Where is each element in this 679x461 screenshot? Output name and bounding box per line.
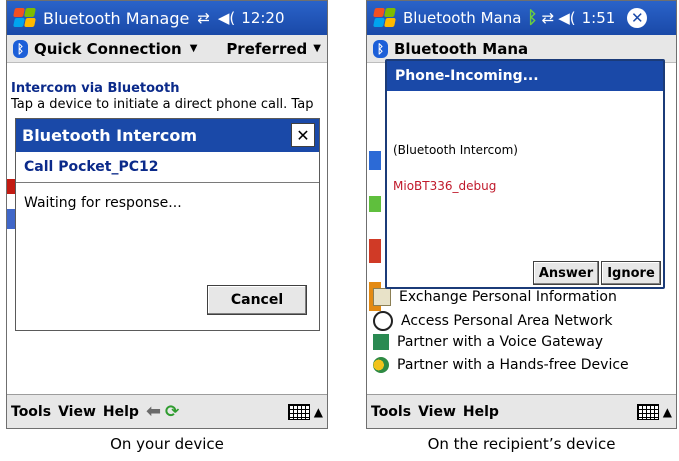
left-device-screen: Bluetooth Manage ⇄ ◀( 12:20 ᛒ Quick Conn… — [6, 0, 328, 429]
menu-help[interactable]: Help — [103, 404, 139, 420]
volume-icon[interactable]: ◀( — [558, 9, 575, 27]
list-item[interactable]: Access Personal Area Network — [373, 311, 612, 331]
handsfree-icon — [373, 357, 389, 373]
popup-title: Phone-Incoming... — [387, 61, 663, 91]
background-device-icons — [7, 179, 15, 229]
caller-name: (Bluetooth Intercom) — [393, 143, 518, 157]
exchange-icon — [373, 288, 391, 306]
sync-icon[interactable]: ⟳ — [165, 402, 179, 422]
connectivity-icon[interactable]: ⇄ — [542, 9, 555, 27]
list-item[interactable]: Partner with a Hands-free Device — [373, 357, 629, 373]
menu-view[interactable]: View — [58, 404, 96, 420]
menu-tools[interactable]: Tools — [371, 404, 411, 420]
connectivity-icon[interactable]: ⇄ — [197, 9, 210, 27]
left-bottom-menu: Tools View Help ⬅ ⟳ ▲ — [7, 394, 327, 428]
dialog-title: Bluetooth Intercom ✕ — [16, 119, 319, 152]
bluetooth-active-icon[interactable]: ᛒ — [527, 8, 537, 28]
intercom-description: Tap a device to initiate a direct phone … — [11, 97, 314, 112]
keyboard-icon[interactable] — [287, 403, 310, 420]
incoming-call-popup: Phone-Incoming... (Bluetooth Intercom) M… — [385, 59, 665, 289]
clock[interactable]: 1:51 — [582, 9, 616, 27]
hidden-title-text: Bluetooth Mana — [394, 39, 529, 58]
right-bottom-menu: Tools View Help ▲ — [367, 394, 676, 428]
intercom-info: Intercom via Bluetooth Tap a device to i… — [11, 81, 313, 113]
status-message: Waiting for response... — [24, 195, 182, 211]
close-icon[interactable]: ✕ — [291, 123, 315, 147]
left-caption: On your device — [110, 435, 224, 453]
windows-start-icon[interactable] — [371, 6, 397, 30]
bluetooth-icon: ᛒ — [373, 39, 388, 58]
left-command-bar: ᛒ Quick Connection ▼ Preferred ▼ — [7, 35, 327, 63]
right-caption: On the recipient’s device — [427, 435, 616, 453]
caller-device: MioBT336_debug — [393, 179, 497, 193]
network-icon — [373, 311, 393, 331]
list-item[interactable]: Exchange Personal Information — [373, 288, 617, 306]
right-title-bar: Bluetooth Mana ᛒ ⇄ ◀( 1:51 ✕ — [367, 1, 676, 35]
intercom-header: Intercom via Bluetooth — [11, 81, 180, 96]
left-title-bar: Bluetooth Manage ⇄ ◀( 12:20 — [7, 1, 327, 35]
chevron-down-icon[interactable]: ▼ — [313, 43, 321, 54]
bluetooth-icon: ᛒ — [13, 39, 28, 58]
input-panel-arrow-icon[interactable]: ▲ — [314, 405, 323, 419]
back-arrow-icon[interactable]: ⬅ — [146, 401, 161, 422]
keyboard-icon[interactable] — [636, 403, 659, 420]
intercom-dialog: Bluetooth Intercom ✕ Call Pocket_PC12 Wa… — [15, 118, 320, 331]
list-item-label: Partner with a Voice Gateway — [397, 334, 604, 350]
call-target: Call Pocket_PC12 — [16, 152, 319, 183]
menu-tools[interactable]: Tools — [11, 404, 51, 420]
answer-button[interactable]: Answer — [533, 261, 599, 285]
gateway-icon — [373, 334, 389, 350]
list-item-label: Partner with a Hands-free Device — [397, 357, 629, 373]
close-icon[interactable]: ✕ — [627, 8, 648, 28]
right-device-screen: Bluetooth Mana ᛒ ⇄ ◀( 1:51 ✕ ᛒ Bluetooth… — [366, 0, 677, 429]
app-title: Bluetooth Mana — [403, 9, 522, 27]
clock[interactable]: 12:20 — [241, 9, 284, 27]
cancel-button[interactable]: Cancel — [207, 285, 307, 315]
menu-help[interactable]: Help — [463, 404, 499, 420]
input-panel-arrow-icon[interactable]: ▲ — [663, 405, 672, 419]
windows-start-icon[interactable] — [11, 6, 37, 30]
ignore-button[interactable]: Ignore — [601, 261, 661, 285]
list-item-label: Exchange Personal Information — [399, 289, 617, 305]
menu-view[interactable]: View — [418, 404, 456, 420]
quick-connection-menu[interactable]: Quick Connection — [34, 40, 182, 58]
dialog-title-text: Bluetooth Intercom — [22, 126, 198, 145]
chevron-down-icon[interactable]: ▼ — [190, 43, 198, 54]
volume-icon[interactable]: ◀( — [218, 9, 235, 27]
preferred-menu[interactable]: Preferred — [226, 40, 307, 58]
background-list-icons — [369, 151, 381, 311]
list-item[interactable]: Partner with a Voice Gateway — [373, 334, 603, 350]
app-title: Bluetooth Manage — [43, 8, 190, 28]
list-item-label: Access Personal Area Network — [401, 313, 613, 329]
